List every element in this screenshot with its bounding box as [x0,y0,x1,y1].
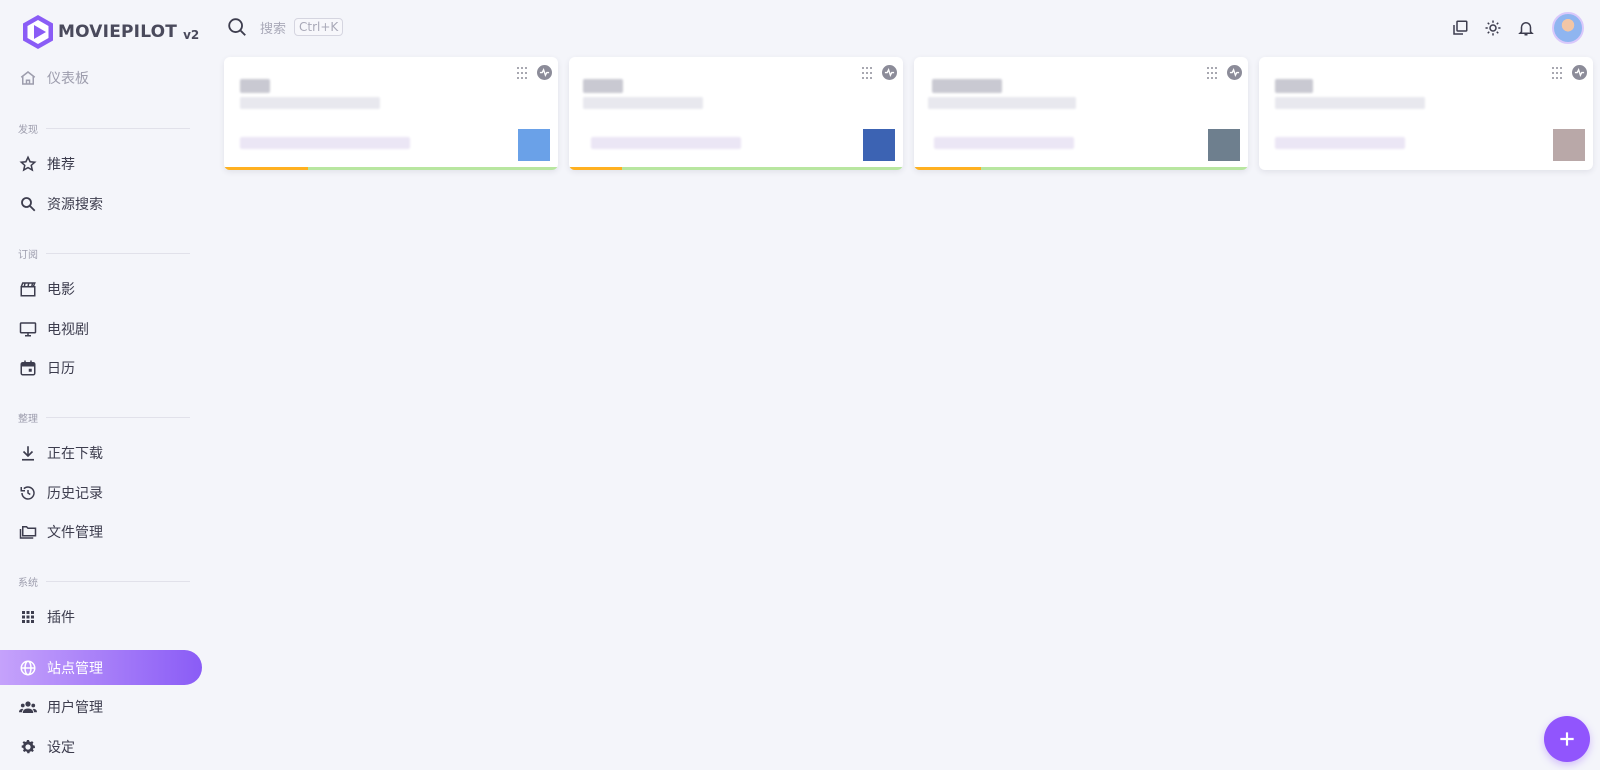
site-card[interactable] [569,57,903,170]
globe-icon [18,658,38,678]
sidebar-item-label: 插件 [47,610,75,626]
site-name-blurred [932,79,1002,93]
site-url-blurred [928,97,1076,109]
sidebar-item-downloading[interactable]: 正在下载 [0,435,202,471]
sidebar-item-label: 设定 [47,740,75,756]
copy-icon[interactable] [1450,18,1470,38]
activity-icon[interactable] [1227,65,1242,80]
activity-icon[interactable] [882,65,897,80]
tv-icon [18,319,38,339]
site-progress [914,167,1248,170]
sidebar-item-user-management[interactable]: 用户管理 [0,689,202,725]
sidebar-item-history[interactable]: 历史记录 [0,475,202,511]
home-icon [18,68,38,88]
users-icon [18,697,38,717]
site-url-blurred [240,97,380,109]
site-name-blurred [583,79,623,93]
drag-handle-icon[interactable] [1551,66,1563,80]
sidebar-item-label: 电视剧 [47,322,89,338]
star-icon [18,154,38,174]
sidebar: MOVIEPILOT v2 仪表板 发现 推荐 资源搜索 订阅 电影 电视剧 日… [0,0,210,770]
site-favicon [518,129,550,161]
sidebar-item-label: 日历 [47,361,75,377]
sidebar-item-plugins[interactable]: 插件 [0,599,202,635]
calendar-icon [18,358,38,378]
site-card[interactable] [224,57,558,170]
sidebar-item-tv[interactable]: 电视剧 [0,311,202,347]
sidebar-item-label: 正在下载 [47,446,103,462]
folder-icon [18,522,38,542]
sidebar-item-resource-search[interactable]: 资源搜索 [0,186,202,222]
site-favicon [1208,129,1240,161]
site-info-blurred [1275,137,1405,149]
apps-icon [18,607,38,627]
site-card[interactable] [1259,57,1593,170]
global-search[interactable]: 搜索 Ctrl+K [226,14,344,40]
theme-icon[interactable] [1483,18,1503,38]
sidebar-item-label: 资源搜索 [47,197,103,213]
activity-icon[interactable] [1572,65,1587,80]
search-icon [228,18,246,36]
section-system: 系统 [18,574,190,589]
search-placeholder: 搜索 [260,21,287,37]
sidebar-item-label: 文件管理 [47,525,103,541]
app-name: MOVIEPILOT [58,22,178,42]
sidebar-item-label: 电影 [47,282,75,298]
sidebar-item-recommend[interactable]: 推荐 [0,146,202,182]
sidebar-item-label: 仪表板 [47,71,89,87]
app-logo[interactable]: MOVIEPILOT v2 [22,14,199,50]
site-progress [224,167,558,170]
section-title: 整理 [18,414,38,425]
topbar-actions [1437,12,1584,44]
site-progress [569,167,903,170]
section-title: 发现 [18,125,38,136]
history-icon [18,483,38,503]
section-title: 订阅 [18,250,38,261]
add-site-button[interactable] [1544,716,1590,762]
site-info-blurred [240,137,410,149]
site-url-blurred [583,97,703,109]
sidebar-item-label: 站点管理 [47,660,103,677]
site-url-blurred [1275,97,1425,109]
sidebar-item-file-manager[interactable]: 文件管理 [0,514,202,550]
site-favicon [863,129,895,161]
sidebar-item-label: 推荐 [47,157,75,173]
plus-icon [1560,732,1574,746]
clapperboard-icon [18,279,38,299]
site-info-blurred [934,137,1074,149]
sidebar-item-dashboard[interactable]: 仪表板 [0,60,202,96]
drag-handle-icon[interactable] [516,66,528,80]
activity-icon[interactable] [537,65,552,80]
sidebar-item-label: 用户管理 [47,700,103,716]
site-info-blurred [591,137,741,149]
section-organize: 整理 [18,410,190,425]
search-shortcut: Ctrl+K [294,18,344,36]
gear-icon [18,737,38,757]
section-subscribe: 订阅 [18,246,190,261]
site-name-blurred [240,79,270,93]
drag-handle-icon[interactable] [861,66,873,80]
site-favicon [1553,129,1585,161]
sidebar-item-site-management[interactable]: 站点管理 [0,650,202,685]
section-discover: 发现 [18,121,190,136]
site-card[interactable] [914,57,1248,170]
app-version: v2 [183,28,200,42]
sidebar-item-calendar[interactable]: 日历 [0,350,202,386]
bell-icon[interactable] [1516,18,1536,38]
site-name-blurred [1275,79,1313,93]
sidebar-item-movies[interactable]: 电影 [0,271,202,307]
sidebar-item-label: 历史记录 [47,486,103,502]
logo-icon [23,15,53,49]
drag-handle-icon[interactable] [1206,66,1218,80]
search-icon [18,194,38,214]
download-icon [18,443,38,463]
avatar[interactable] [1552,12,1584,44]
section-title: 系统 [18,578,38,589]
sidebar-item-settings[interactable]: 设定 [0,729,202,765]
